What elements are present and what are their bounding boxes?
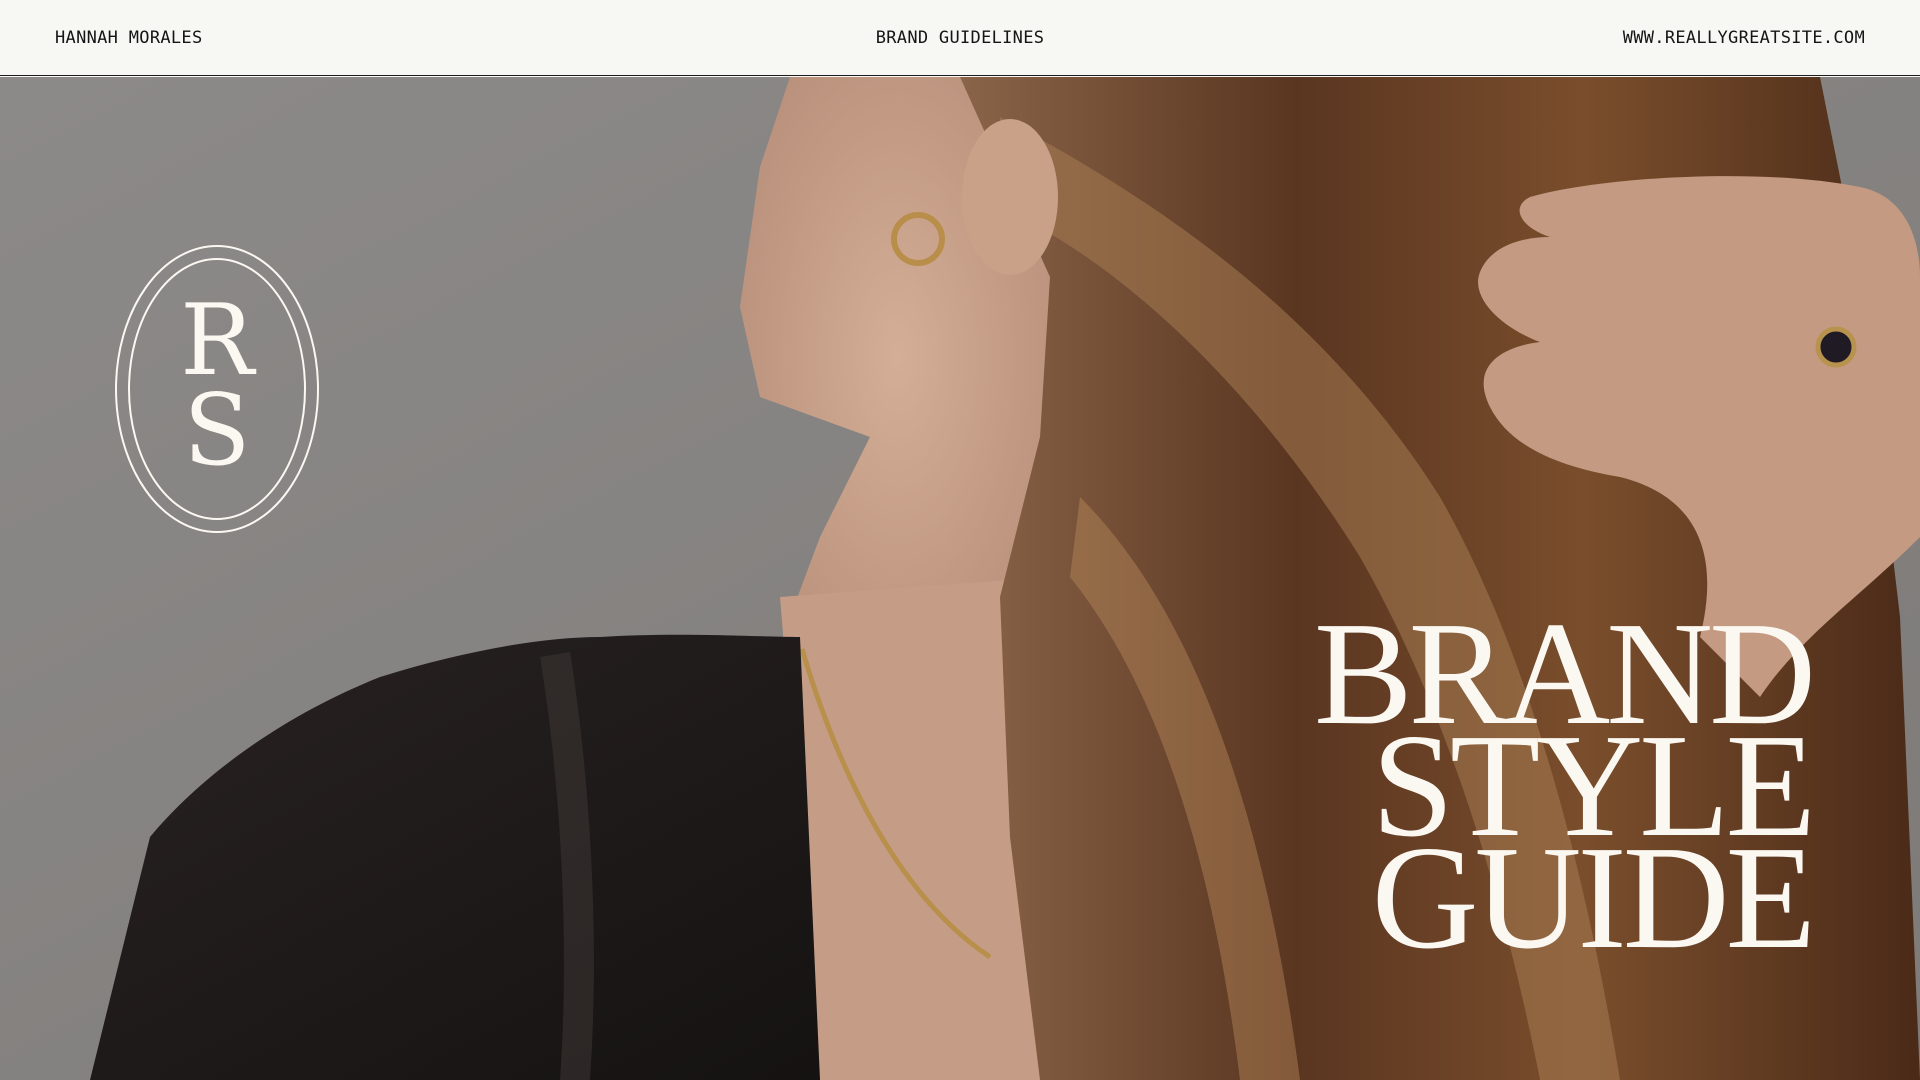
hero-photo: R S BRAND STYLE GUIDE [0,77,1920,1080]
brand-guide-cover: HANNAH MORALES BRAND GUIDELINES WWW.REAL… [0,0,1920,1080]
header-bar: HANNAH MORALES BRAND GUIDELINES WWW.REAL… [0,0,1920,76]
website-link[interactable]: WWW.REALLYGREATSITE.COM [1623,28,1865,48]
title-line-3: GUIDE [1371,816,1816,980]
monogram-letter-s: S [183,374,251,488]
monogram-logo: R S [114,244,320,534]
cover-title: BRAND STYLE GUIDE [1314,600,1816,980]
